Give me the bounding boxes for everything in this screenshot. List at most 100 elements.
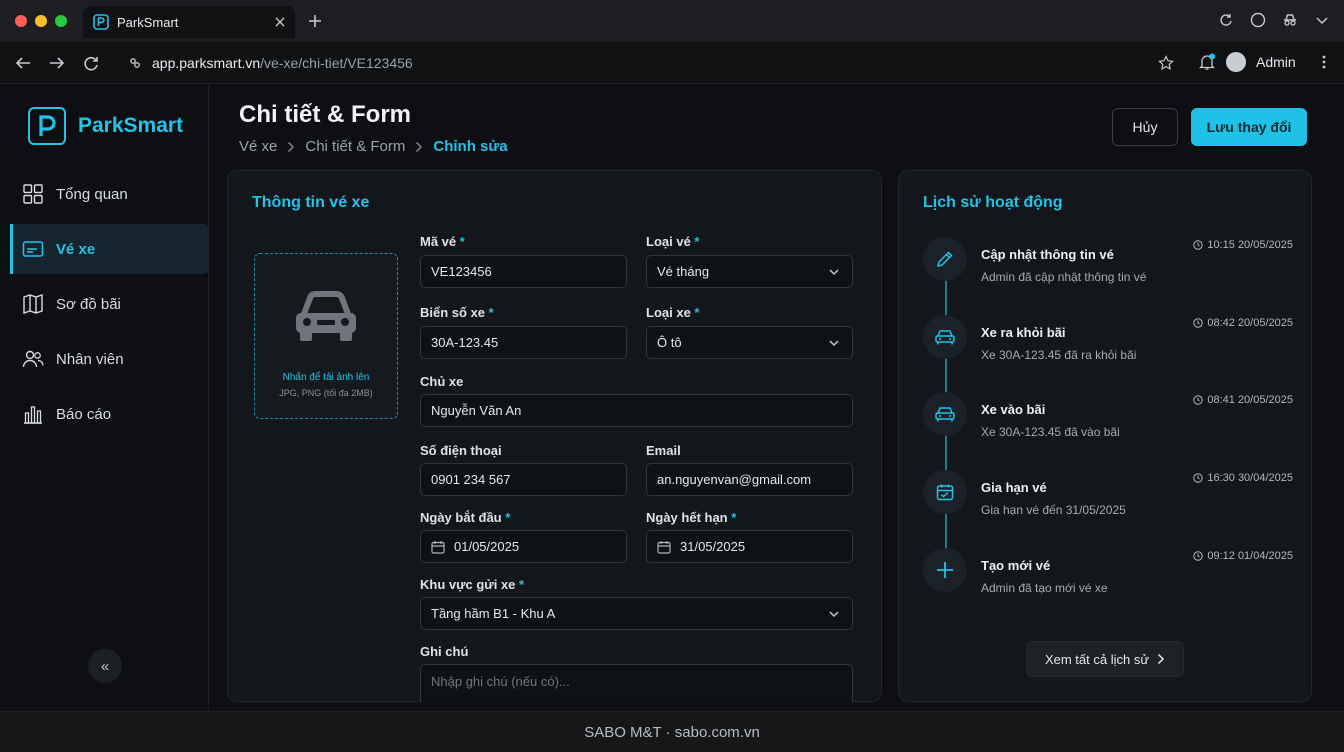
history-item: Gia hạn vé Gia hạn vé đến 31/05/2025 16:… xyxy=(923,470,1293,530)
chevron-down-icon[interactable] xyxy=(1314,12,1330,28)
forward-icon[interactable] xyxy=(48,54,66,72)
sidebar-item-staff[interactable]: Nhân viên xyxy=(10,334,208,384)
required-mark: * xyxy=(488,305,494,320)
user-name[interactable]: Admin xyxy=(1256,54,1296,70)
phone-input[interactable]: 0901 234 567 xyxy=(420,463,627,496)
plate-input[interactable]: 30A-123.45 xyxy=(420,326,627,359)
form-title: Thông tin vé xe xyxy=(252,194,370,211)
required-mark: * xyxy=(505,510,511,525)
chevron-down-icon xyxy=(829,611,839,618)
avatar[interactable] xyxy=(1226,52,1246,72)
upload-title: Nhấn để tải ảnh lên xyxy=(282,372,370,383)
required-mark: * xyxy=(731,510,737,525)
input-value: VE123456 xyxy=(431,264,492,279)
ticket-code-input[interactable]: VE123456 xyxy=(420,255,627,288)
footer: SABO M&T · sabo.com.vn xyxy=(0,711,1344,752)
main-content: Chi tiết & Form Vé xe Chi tiết & Form Ch… xyxy=(210,84,1344,711)
start-date-input[interactable]: 01/05/2025 xyxy=(420,530,627,563)
input-value: 0901 234 567 xyxy=(431,472,511,487)
zone-select[interactable]: Tầng hầm B1 - Khu A xyxy=(420,597,853,630)
url-input[interactable]: app.parksmart.vn/ve-xe/chi-tiet/VE123456 xyxy=(116,48,1188,78)
upload-hint: JPG, PNG (tối đa 2MB) xyxy=(279,388,373,398)
chevron-down-icon xyxy=(829,269,839,276)
breadcrumb-item-detail[interactable]: Chi tiết & Form xyxy=(305,138,405,155)
refresh-small-icon[interactable] xyxy=(1218,12,1234,28)
sidebar-item-parking-map[interactable]: Sơ đồ bãi xyxy=(10,279,208,329)
sidebar-item-reports[interactable]: Báo cáo xyxy=(10,389,208,439)
required-mark: * xyxy=(694,305,700,320)
notification-bell-icon[interactable] xyxy=(1198,53,1216,71)
ticket-type-select[interactable]: Vé tháng xyxy=(646,255,853,288)
history-item: Cập nhật thông tin vé Admin đã cập nhật … xyxy=(923,237,1293,297)
brand[interactable]: ParkSmart xyxy=(28,107,183,145)
start-date-label: Ngày bắt đầu * xyxy=(420,510,510,525)
sidebar-item-label: Sơ đồ bãi xyxy=(56,295,121,313)
map-icon xyxy=(23,294,43,314)
owner-input[interactable]: Nguyễn Văn An xyxy=(420,394,853,427)
maximize-window-button[interactable] xyxy=(55,15,67,27)
browser-tabbar: ParkSmart xyxy=(0,0,1344,42)
history-item-title: Gia hạn vé xyxy=(981,480,1047,495)
sidebar-item-overview[interactable]: Tổng quan xyxy=(10,169,208,219)
label-text: Loại xe xyxy=(646,305,691,320)
ticket-form-card: Thông tin vé xe Nhấn để tải ảnh lên JPG,… xyxy=(227,170,882,702)
history-item-title: Xe vào bãi xyxy=(981,402,1046,417)
history-item-title: Cập nhật thông tin vé xyxy=(981,247,1114,262)
browser-tab[interactable]: ParkSmart xyxy=(83,6,295,38)
breadcrumb-item-tickets[interactable]: Vé xe xyxy=(239,138,277,155)
required-mark: * xyxy=(519,577,525,592)
time-text: 08:41 20/05/2025 xyxy=(1207,394,1293,406)
site-info-icon[interactable] xyxy=(128,56,142,70)
select-value: Vé tháng xyxy=(657,264,710,279)
brand-name: ParkSmart xyxy=(78,114,184,137)
note-textarea[interactable]: Nhập ghi chú (nếu có)... xyxy=(420,664,853,702)
clock-icon xyxy=(1193,473,1204,483)
note-label: Ghi chú xyxy=(420,644,468,659)
url-text: app.parksmart.vn/ve-xe/chi-tiet/VE123456 xyxy=(152,55,413,71)
sidebar: ParkSmart Tổng quan Vé xe Sơ đồ bãi Nhân… xyxy=(0,84,209,711)
collapse-sidebar-button[interactable]: « xyxy=(88,649,122,683)
tab-title: ParkSmart xyxy=(117,14,179,30)
history-item-desc: Xe 30A-123.45 đã vào bãi xyxy=(981,425,1120,439)
end-date-input[interactable]: 31/05/2025 xyxy=(646,530,853,563)
button-label: Xem tất cả lịch sử xyxy=(1044,651,1150,667)
label-text: Ghi chú xyxy=(420,644,469,659)
sidebar-item-tickets[interactable]: Vé xe xyxy=(10,224,208,274)
double-chevron-left-icon: « xyxy=(100,657,110,675)
minimize-window-button[interactable] xyxy=(35,15,47,27)
chevron-down-icon xyxy=(829,340,839,347)
close-tab-icon[interactable] xyxy=(275,17,285,27)
vehicle-type-select[interactable]: Ô tô xyxy=(646,326,853,359)
sidebar-item-label: Báo cáo xyxy=(56,405,112,423)
history-item-time: 09:12 01/04/2025 xyxy=(1193,550,1293,562)
bookmark-star-icon[interactable] xyxy=(1158,55,1174,71)
new-tab-icon[interactable] xyxy=(305,11,325,31)
zone-label: Khu vực gửi xe * xyxy=(420,577,524,592)
save-button[interactable]: Lưu thay đổi xyxy=(1191,108,1307,146)
breadcrumb: Vé xe Chi tiết & Form Chỉnh sửa xyxy=(239,138,508,155)
back-icon[interactable] xyxy=(14,54,32,72)
vehicle-type-label: Loại xe * xyxy=(646,305,699,320)
close-window-button[interactable] xyxy=(15,15,27,27)
email-input[interactable]: an.nguyenvan@gmail.com xyxy=(646,463,853,496)
clock-icon xyxy=(1193,395,1204,405)
history-item: Tạo mới vé Admin đã tạo mới vé xe 09:12 … xyxy=(923,548,1293,608)
circle-icon[interactable] xyxy=(1250,12,1266,28)
incognito-icon[interactable] xyxy=(1282,12,1298,28)
owner-label: Chủ xe xyxy=(420,374,463,389)
user-menu[interactable]: Admin xyxy=(1198,52,1332,72)
ticket-icon xyxy=(22,241,44,257)
view-all-history-button[interactable]: Xem tất cả lịch sử xyxy=(1026,641,1184,677)
ticket-type-label: Loại vé * xyxy=(646,234,699,249)
calendar-icon xyxy=(431,540,445,554)
cancel-button[interactable]: Hủy xyxy=(1112,108,1178,146)
calendar-icon xyxy=(923,470,967,514)
history-item: Xe vào bãi Xe 30A-123.45 đã vào bãi 08:4… xyxy=(923,392,1293,452)
label-text: Ngày hết hạn xyxy=(646,510,728,525)
reload-icon[interactable] xyxy=(82,54,100,72)
more-vertical-icon[interactable] xyxy=(1316,54,1332,70)
input-value: Nguyễn Văn An xyxy=(431,403,522,418)
image-upload-dropzone[interactable]: Nhấn để tải ảnh lên JPG, PNG (tối đa 2MB… xyxy=(254,253,398,419)
sidebar-nav: Tổng quan Vé xe Sơ đồ bãi Nhân viên Báo … xyxy=(10,169,208,444)
history-item-time: 08:41 20/05/2025 xyxy=(1193,394,1293,406)
